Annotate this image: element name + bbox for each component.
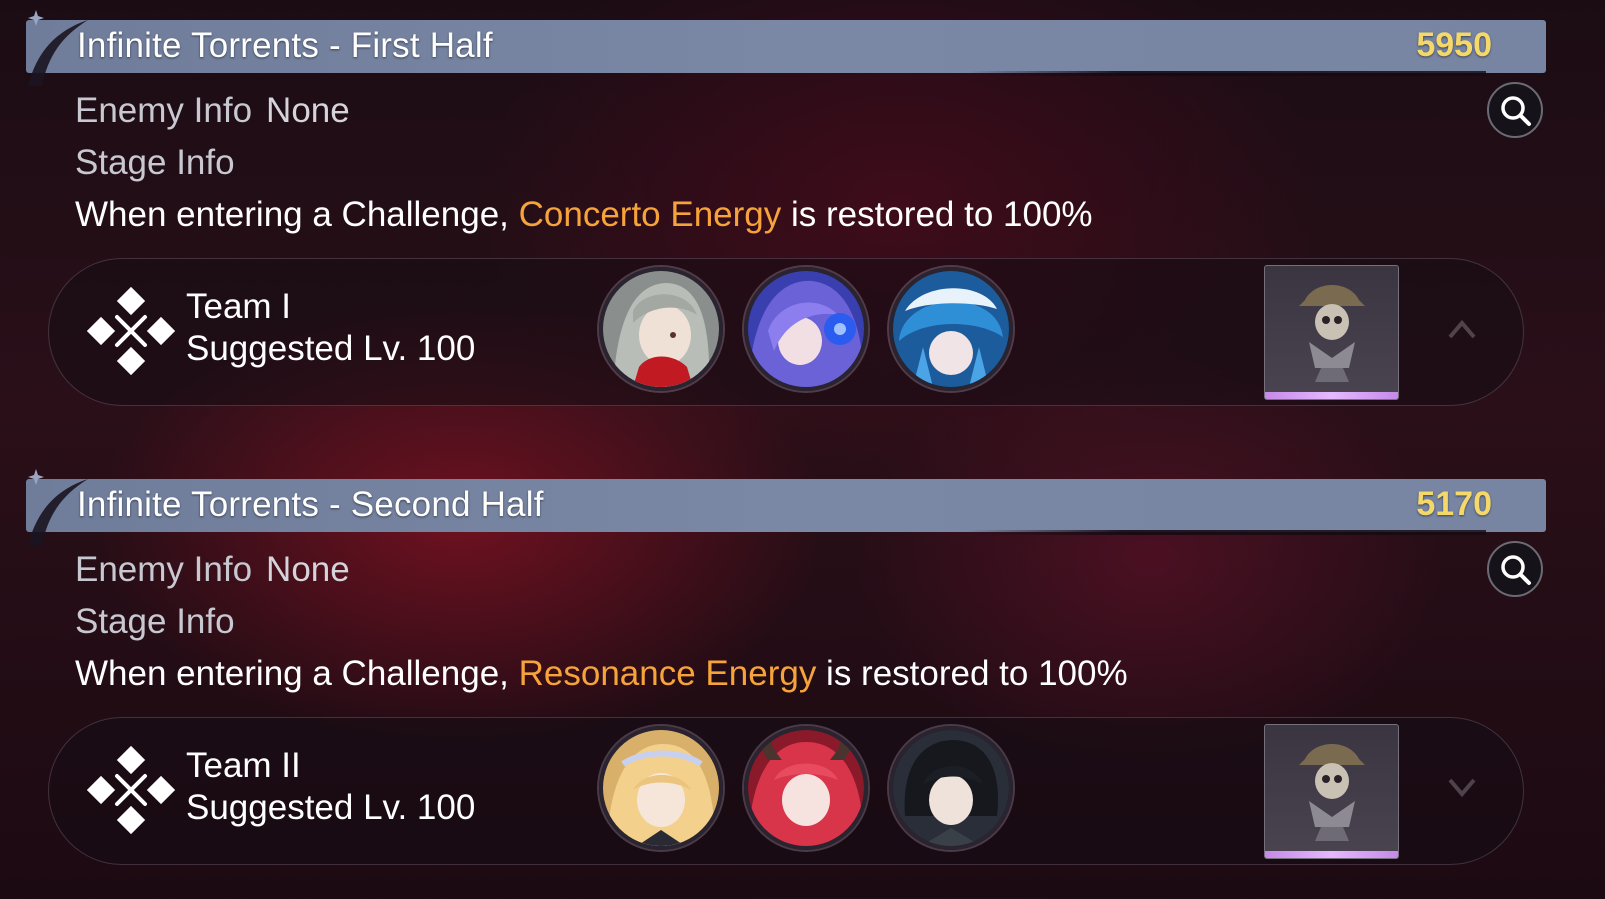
stage-title-bar: Infinite Torrents - First Half 5950 — [26, 10, 1546, 86]
suggested-level: Suggested Lv. 100 — [186, 329, 476, 368]
suggested-level: Suggested Lv. 100 — [186, 788, 476, 827]
enemy-info-label: Enemy Info — [75, 91, 253, 130]
title-ink-stroke — [966, 71, 1486, 76]
search-icon — [1501, 96, 1531, 126]
stage-card-second-half: Infinite Torrents - Second Half 5170 Ene… — [0, 459, 1605, 899]
team-emblem-icon — [87, 746, 175, 834]
rarity-bar — [1265, 851, 1398, 858]
enemy-search-button[interactable] — [1487, 82, 1543, 138]
stage-description: When entering a Challenge, Resonance Ene… — [75, 654, 1128, 694]
chevron-up-icon[interactable] — [1447, 317, 1477, 341]
boss-card[interactable] — [1264, 724, 1399, 859]
stage-info-label: Stage Info — [75, 143, 235, 182]
team-panel[interactable]: Team I Suggested Lv. 100 — [48, 258, 1524, 406]
stage-score: 5170 — [1416, 485, 1492, 523]
enemy-search-button[interactable] — [1487, 541, 1543, 597]
pirate-skull-bust-icon — [1299, 744, 1365, 841]
character-avatar-grey-hair[interactable] — [599, 267, 723, 391]
enemy-info-value: None — [266, 91, 350, 130]
description-highlight: Resonance Energy — [518, 654, 817, 693]
team-name: Team I — [186, 287, 292, 326]
description-prefix: When entering a Challenge, — [75, 195, 519, 234]
pirate-skull-bust-icon — [1299, 285, 1365, 382]
character-avatar-purple-hair[interactable] — [744, 267, 868, 391]
description-highlight: Concerto Energy — [518, 195, 782, 234]
description-prefix: When entering a Challenge, — [75, 654, 519, 693]
enemy-info-label: Enemy Info — [75, 550, 253, 589]
stage-title: Infinite Torrents - Second Half — [77, 485, 544, 524]
stage-title: Infinite Torrents - First Half — [77, 26, 493, 65]
description-suffix: is restored to 100% — [781, 195, 1093, 234]
chevron-down-icon[interactable] — [1447, 776, 1477, 800]
enemy-info: Enemy Info None — [75, 91, 350, 131]
character-avatar-red-horns[interactable] — [744, 726, 868, 850]
character-avatar-blue-hat[interactable] — [889, 267, 1013, 391]
rarity-bar — [1265, 392, 1398, 399]
enemy-info: Enemy Info None — [75, 550, 350, 590]
stage-title-bar: Infinite Torrents - Second Half 5170 — [26, 469, 1546, 545]
boss-card[interactable] — [1264, 265, 1399, 400]
character-avatar-dark-hair[interactable] — [889, 726, 1013, 850]
team-panel[interactable]: Team II Suggested Lv. 100 — [48, 717, 1524, 865]
team-emblem-icon — [87, 287, 175, 375]
enemy-info-value: None — [266, 550, 350, 589]
stage-description: When entering a Challenge, Concerto Ener… — [75, 195, 1093, 235]
character-avatar-blonde-crown[interactable] — [599, 726, 723, 850]
stage-info-label: Stage Info — [75, 602, 235, 641]
search-icon — [1501, 555, 1531, 585]
description-suffix: is restored to 100% — [816, 654, 1128, 693]
title-ink-stroke — [966, 530, 1486, 535]
stage-score: 5950 — [1416, 26, 1492, 64]
team-name: Team II — [186, 746, 301, 785]
stage-card-first-half: Infinite Torrents - First Half 5950 Enem… — [0, 0, 1605, 440]
